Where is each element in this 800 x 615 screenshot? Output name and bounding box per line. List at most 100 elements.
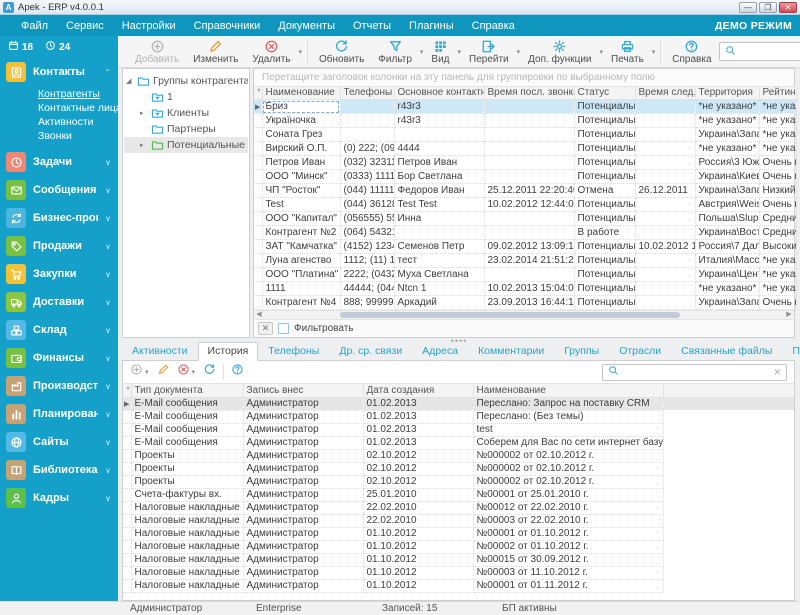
group-by-panel[interactable]: Перетащите заголовок колонки на эту пане…: [254, 69, 794, 87]
calendar-counter[interactable]: 18: [8, 40, 33, 54]
scrollbar-thumb[interactable]: [340, 312, 680, 318]
expand-icon[interactable]: ▸: [140, 109, 148, 117]
sidebar-item-кадры[interactable]: Кадры∨: [0, 484, 118, 512]
scroll-right-icon[interactable]: ▶: [784, 311, 794, 319]
sidebar-item-сообщения[interactable]: Сообщения∨: [0, 176, 118, 204]
table-row[interactable]: ЗАТ "Камчатка"(4152) 123456Семенов Петр0…: [254, 240, 796, 254]
column-header[interactable]: Статус: [574, 87, 635, 100]
menubar-item[interactable]: Плагины: [400, 20, 463, 32]
toolbar-button-refresh[interactable]: Обновить: [312, 37, 371, 67]
table-row[interactable]: Налоговые накладные исх.Администратор01.…: [123, 553, 794, 566]
sidebar-item-продажи[interactable]: Продажи∨: [0, 232, 118, 260]
sidebar-subitem[interactable]: Контрагенты: [38, 87, 118, 101]
tree-item[interactable]: ▸Клиенты: [124, 105, 248, 121]
toolbar-button-grid[interactable]: Вид: [424, 37, 456, 67]
table-row[interactable]: Налоговые накладные исх.Администратор01.…: [123, 527, 794, 540]
collapse-icon[interactable]: ◢: [126, 77, 134, 85]
sidebar-item-финансы[interactable]: Финансы∨: [0, 344, 118, 372]
table-row[interactable]: E-Mail сообщенияАдминистратор01.02.2013t…: [123, 423, 794, 436]
tab-группы[interactable]: Группы: [554, 342, 609, 361]
table-row[interactable]: ▶E-Mail сообщенияАдминистратор01.02.2013…: [123, 397, 794, 410]
sidebar-item-контакты[interactable]: Контакты⌃: [0, 58, 118, 86]
table-row[interactable]: Налоговые накладные исх.Администратор22.…: [123, 501, 794, 514]
table-row[interactable]: ООО "Минск"(0333) 11111111Бор СветланаПо…: [254, 170, 796, 184]
sidebar-item-бизнеспроц[interactable]: Бизнес-проц...∨: [0, 204, 118, 232]
close-filter-icon[interactable]: ✕: [258, 322, 273, 335]
menubar-item[interactable]: Документы: [269, 20, 344, 32]
clear-search-icon[interactable]: ✕: [773, 367, 781, 378]
clock-counter[interactable]: 24: [45, 40, 70, 54]
column-header[interactable]: Основное контактное лицо: [394, 87, 484, 100]
table-row[interactable]: Соната ГрезПотенциальныйУкраина\Запад\Ль…: [254, 128, 796, 142]
table-row[interactable]: ПроектыАдминистратор02.10.2012№000002 от…: [123, 475, 794, 488]
column-header[interactable]: Запись внес: [243, 384, 363, 397]
column-header[interactable]: Наименование: [473, 384, 663, 397]
close-button[interactable]: ✕: [779, 2, 797, 13]
tab-активности[interactable]: Активности: [122, 342, 198, 361]
menubar-item[interactable]: Отчеты: [344, 20, 400, 32]
chevron-down-icon[interactable]: ▾: [144, 368, 150, 376]
table-row[interactable]: Контрагент №2(064) 5432111; 4В работеУкр…: [254, 226, 796, 240]
column-header[interactable]: Время след. звонка: [635, 87, 695, 100]
sidebar-item-склад[interactable]: Склад∨: [0, 316, 118, 344]
table-row[interactable]: Луна агенство1112; (11) 11; (1тест23.02.…: [254, 254, 796, 268]
search-input[interactable]: [740, 46, 800, 57]
sidebar-subitem[interactable]: Звонки: [38, 129, 118, 143]
detail-toolbar-button-plus-circle[interactable]: ▾: [130, 363, 150, 381]
sidebar-subitem[interactable]: Активности: [38, 115, 118, 129]
tree-item[interactable]: Партнеры: [124, 121, 248, 137]
sidebar-item-задачи[interactable]: Задачи∨: [0, 148, 118, 176]
column-header[interactable]: Телефоны к ▴: [340, 87, 394, 100]
column-header[interactable]: Дата создания: [363, 384, 473, 397]
chevron-down-icon[interactable]: ▾: [651, 48, 657, 56]
table-row[interactable]: Налоговые накладные вх.Администратор22.0…: [123, 514, 794, 527]
table-row[interactable]: Налоговые накладные исх.Администратор01.…: [123, 579, 794, 592]
tab-комментарии[interactable]: Комментарии: [468, 342, 554, 361]
toolbar-button-funnel[interactable]: Фильтр: [371, 37, 419, 67]
sidebar-item-сайты[interactable]: Сайты∨: [0, 428, 118, 456]
tree-item[interactable]: ▸Потенциальные клиенты: [124, 137, 248, 153]
detail-toolbar-button-pencil[interactable]: [157, 363, 170, 381]
menubar-item[interactable]: Сервис: [57, 20, 113, 32]
toolbar-button-go[interactable]: Перейти: [462, 37, 516, 67]
sidebar-item-планирование[interactable]: Планирование∨: [0, 400, 118, 428]
menubar-item[interactable]: Справка: [463, 20, 524, 32]
toolbar-button-pencil[interactable]: Изменить: [186, 37, 245, 67]
detail-search[interactable]: ✕: [602, 364, 787, 381]
table-row[interactable]: Счета-фактуры вх.Администратор25.01.2010…: [123, 488, 794, 501]
tab-телефоны[interactable]: Телефоны: [258, 342, 329, 361]
table-row[interactable]: 111144444; (044) 666Ntcn 110.02.2013 15:…: [254, 282, 796, 296]
table-row[interactable]: ▶Бризr43r3Потенциальный*не указано**не у…: [254, 100, 796, 114]
toolbar-button-printer[interactable]: Печать: [604, 37, 651, 67]
sidebar-item-закупки[interactable]: Закупки∨: [0, 260, 118, 288]
detail-toolbar-button-refresh[interactable]: [203, 363, 216, 381]
tab-дрсрсвязи[interactable]: Др. ср. связи: [329, 342, 412, 361]
restore-button[interactable]: ❐: [759, 2, 777, 13]
table-row[interactable]: ПроектыАдминистратор02.10.2012№000002 от…: [123, 462, 794, 475]
sidebar-subitem[interactable]: Контактные лица: [38, 101, 118, 115]
chevron-down-icon[interactable]: ▾: [191, 368, 197, 376]
toolbar-search[interactable]: ✕: [719, 42, 800, 61]
detail-search-input[interactable]: [623, 367, 769, 378]
table-row[interactable]: ООО "Капитал"(056555) 555ИннаПотенциальн…: [254, 212, 796, 226]
tree-splitter-handle[interactable]: ••••: [249, 187, 250, 199]
menubar-item[interactable]: Справочники: [185, 20, 270, 32]
chevron-down-icon[interactable]: ▾: [298, 48, 304, 56]
menubar-item[interactable]: Настройки: [113, 20, 185, 32]
table-row[interactable]: Налоговые накладные исх.Администратор01.…: [123, 566, 794, 579]
sidebar-item-производство[interactable]: Производство∨: [0, 372, 118, 400]
toolbar-button-x-circle[interactable]: Удалить: [245, 37, 297, 67]
table-row[interactable]: Контрагент №4888; 999999; 88Аркадий23.09…: [254, 296, 796, 310]
table-row[interactable]: E-Mail сообщенияАдминистратор01.02.2013П…: [123, 410, 794, 423]
table-row[interactable]: Петров Иван(032) 3231111; (Петров ИванПо…: [254, 156, 796, 170]
table-row[interactable]: ЧП "Росток"(044) 1111111Федоров Иван25.1…: [254, 184, 796, 198]
column-header[interactable]: Тип документа: [131, 384, 243, 397]
table-row[interactable]: Вирский О.П.(0) 222; (097) 62:4444Потенц…: [254, 142, 796, 156]
table-row[interactable]: E-Mail сообщенияАдминистратор01.02.2013С…: [123, 436, 794, 449]
detail-toolbar-button-help[interactable]: [231, 363, 244, 381]
table-row[interactable]: Test(044) 3612816; (Test Test10.02.2012 …: [254, 198, 796, 212]
toolbar-button-help[interactable]: Справка: [665, 37, 718, 67]
tree-item[interactable]: 1: [124, 89, 248, 105]
column-header[interactable]: Время посл. звонка: [484, 87, 574, 100]
horizontal-scrollbar[interactable]: ◀ ▶: [254, 310, 794, 319]
